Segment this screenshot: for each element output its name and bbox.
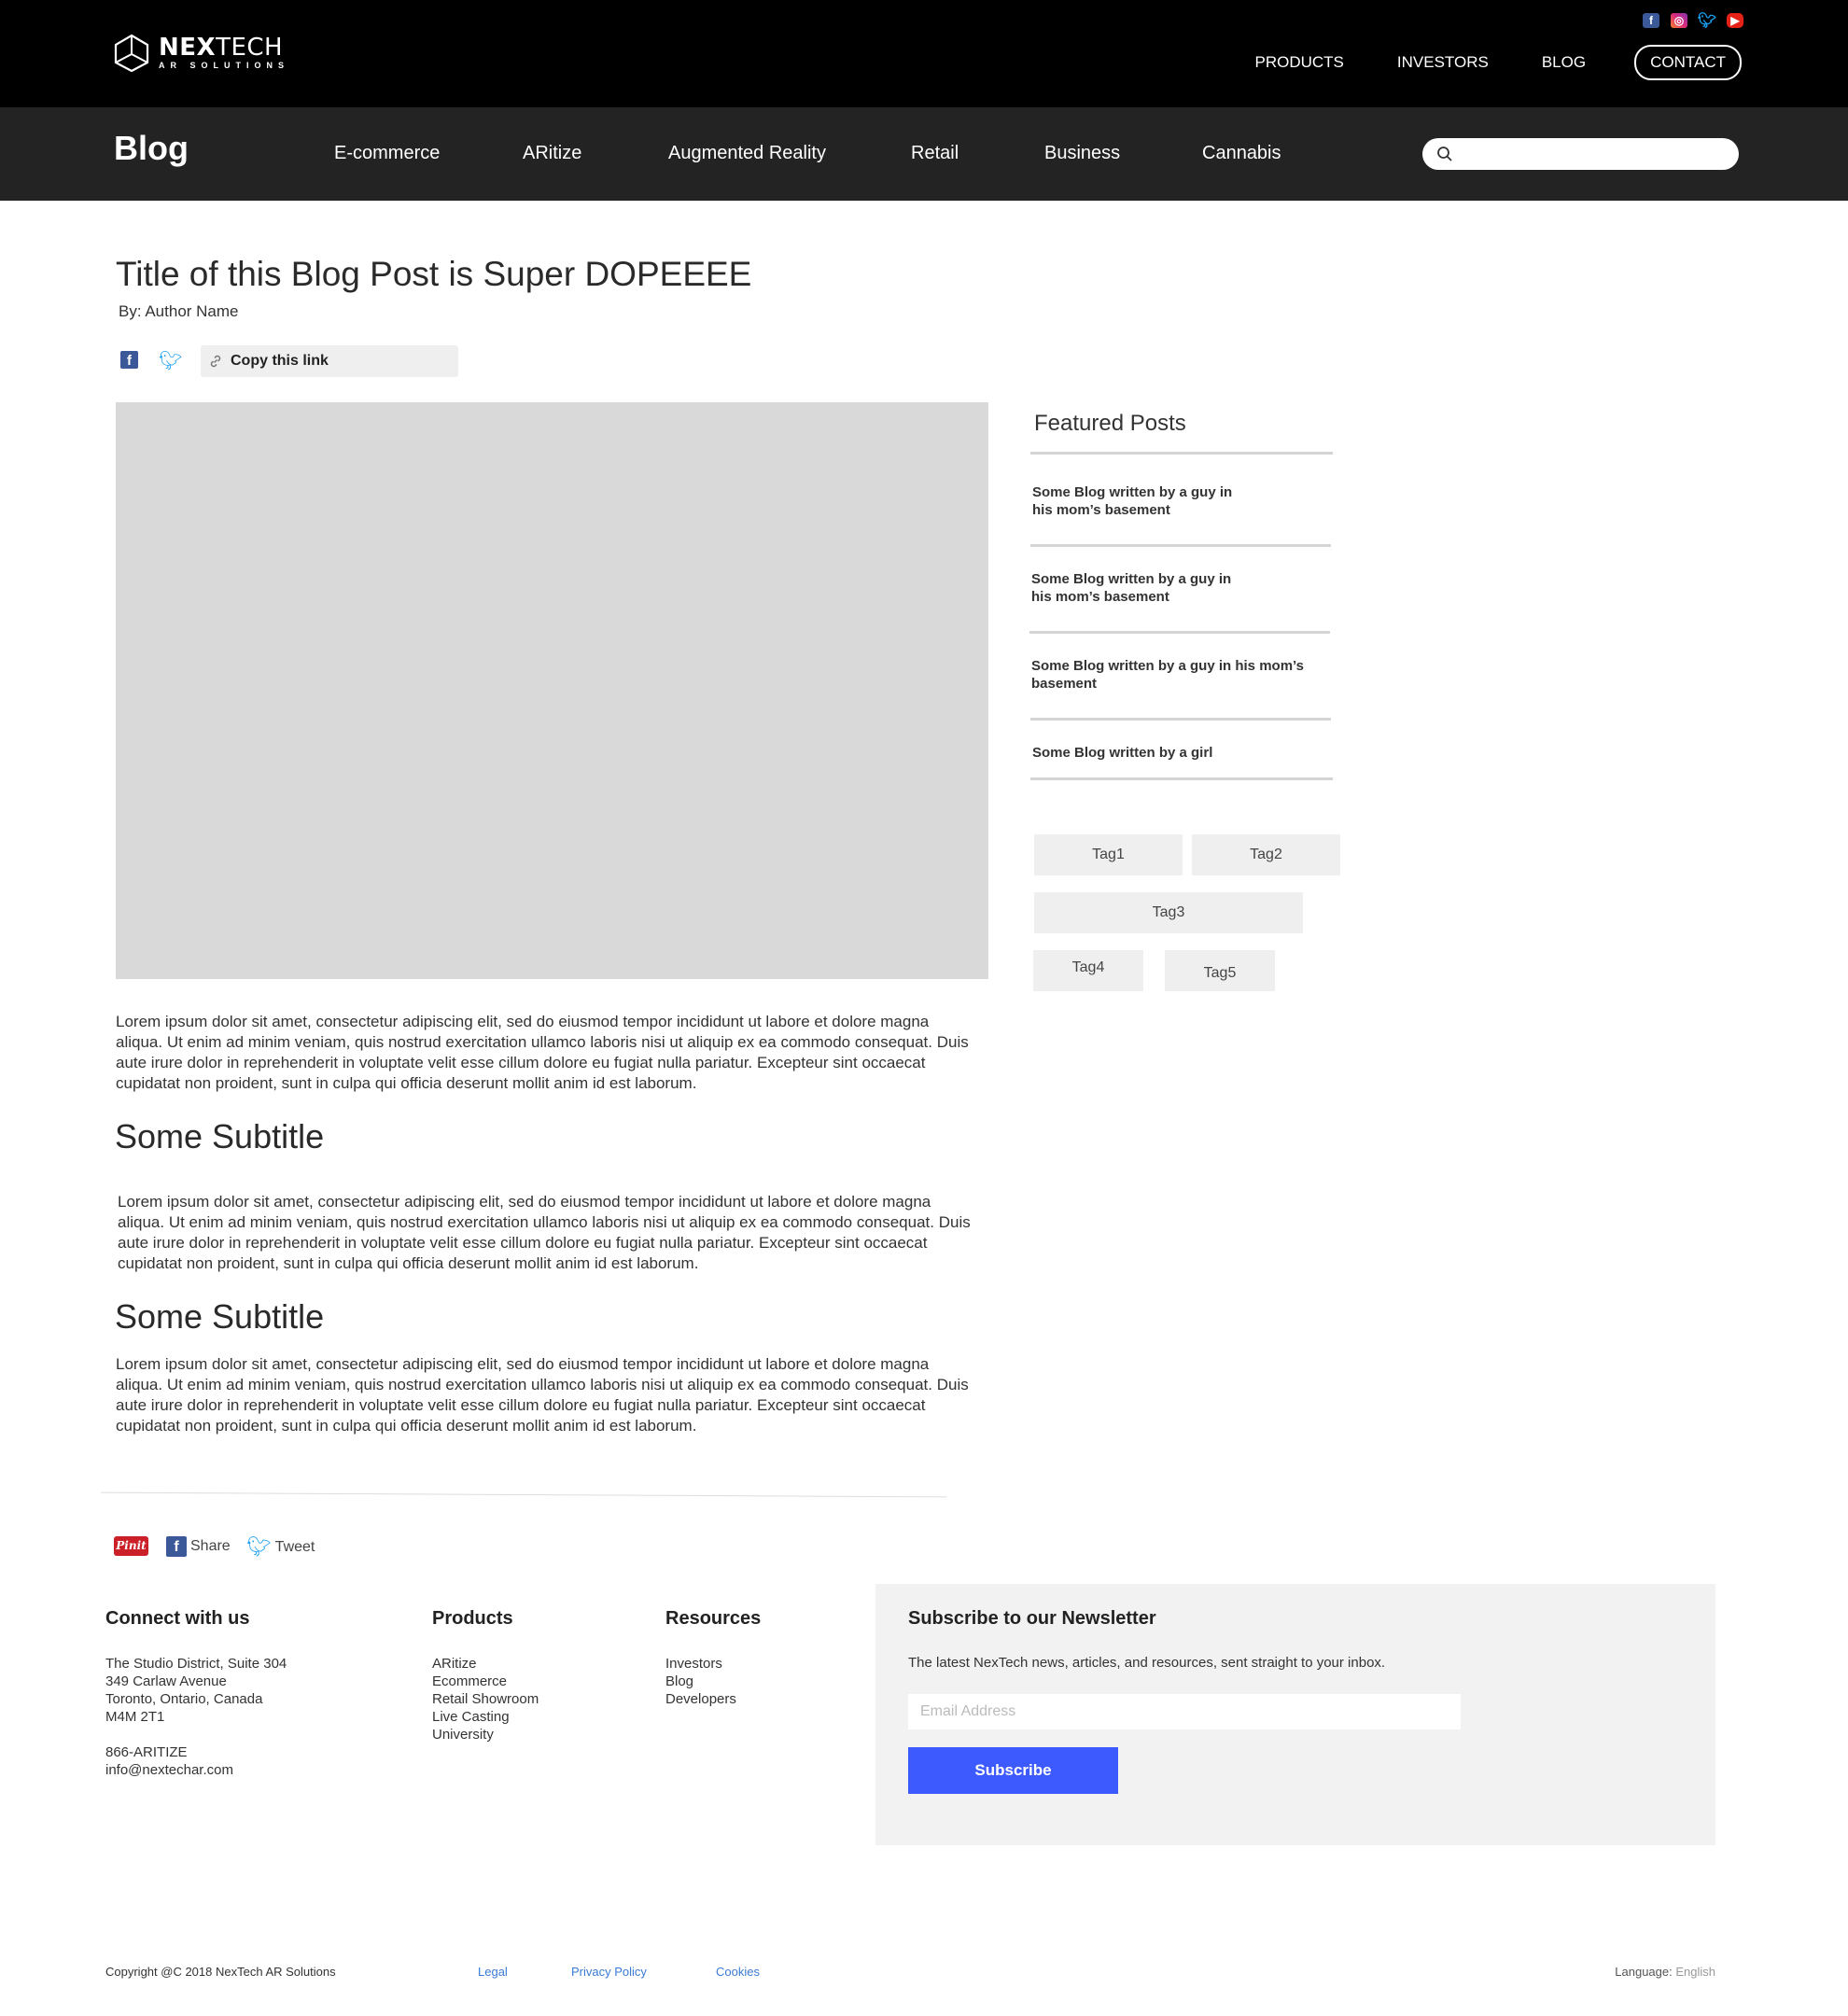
blog-search-box[interactable] [1422, 138, 1739, 170]
copy-link-label: Copy this link [231, 353, 329, 369]
post-title: Title of this Blog Post is Super DOPEEEE [116, 255, 752, 293]
tweet-button[interactable]: 🐦︎ Tweet [246, 1536, 315, 1559]
hero-image-placeholder [116, 402, 988, 979]
article-end-divider [101, 1491, 946, 1498]
newsletter-description: The latest NexTech news, articles, and r… [908, 1655, 1386, 1671]
footer-email-link[interactable]: info@nextechar.com [105, 1761, 233, 1779]
footer-link[interactable]: University [432, 1726, 539, 1743]
search-input[interactable] [1462, 142, 1723, 166]
featured-post-link[interactable]: Some Blog written by a guy in his mom’s … [1032, 483, 1256, 519]
tag-chip[interactable]: Tag1 [1034, 834, 1183, 875]
featured-post-link[interactable]: Some Blog written by a guy in his mom’s … [1031, 657, 1311, 693]
featured-post-link[interactable]: Some Blog written by a guy in his mom’s … [1031, 570, 1255, 606]
tweet-label: Tweet [274, 1539, 315, 1555]
twitter-icon: 🐦︎ [246, 1536, 272, 1558]
footer-link[interactable]: Ecommerce [432, 1673, 539, 1690]
subscribe-button[interactable]: Subscribe [908, 1747, 1118, 1794]
cookies-link[interactable]: Cookies [716, 1965, 760, 1979]
facebook-icon[interactable]: f [1643, 13, 1659, 28]
logo-brand-text: NEXTECH [159, 34, 284, 62]
featured-divider [1030, 544, 1331, 547]
tag-chip[interactable]: Tag2 [1192, 834, 1340, 875]
featured-divider [1030, 452, 1333, 455]
youtube-icon[interactable]: ▶ [1727, 13, 1743, 28]
share-label: Share [190, 1538, 231, 1554]
footer-phone[interactable]: 866-ARITIZE [105, 1743, 233, 1761]
logo-wordmark: NEXTECH AR SOLUTIONS [159, 35, 289, 71]
legal-link[interactable]: Legal [478, 1965, 508, 1979]
address-line: Toronto, Ontario, Canada [105, 1691, 263, 1707]
address-line: 349 Carlaw Avenue [105, 1673, 227, 1689]
footer-link[interactable]: Developers [665, 1690, 736, 1708]
article-subtitle: Some Subtitle [115, 1297, 325, 1336]
logo-mark-icon [114, 34, 149, 73]
category-ecommerce[interactable]: E-commerce [334, 143, 440, 164]
twitter-share-icon[interactable]: 🐦︎ [159, 349, 182, 372]
nav-blog[interactable]: BLOG [1542, 53, 1586, 72]
privacy-policy-link[interactable]: Privacy Policy [571, 1965, 647, 1979]
facebook-icon: f [166, 1536, 187, 1557]
nav-contact-button[interactable]: CONTACT [1634, 45, 1742, 80]
footer-products-list: ARitize Ecommerce Retail Showroom Live C… [432, 1655, 539, 1743]
copy-link-button[interactable]: Copy this link [201, 345, 458, 377]
blog-title: Blog [114, 129, 189, 167]
footer-link[interactable]: Investors [665, 1655, 736, 1673]
article-paragraph: Lorem ipsum dolor sit amet, consectetur … [116, 1013, 969, 1092]
featured-divider [1030, 718, 1331, 721]
address-line: The Studio District, Suite 304 [105, 1656, 287, 1672]
logo-sub-text: AR SOLUTIONS [159, 61, 290, 70]
category-business[interactable]: Business [1044, 143, 1120, 164]
article-paragraph: Lorem ipsum dolor sit amet, consectetur … [116, 1355, 969, 1435]
newsletter-title: Subscribe to our Newsletter [908, 1608, 1156, 1629]
pinterest-pinit-button[interactable]: Pinit [114, 1536, 148, 1556]
footer-products-title: Products [432, 1608, 513, 1629]
link-icon [210, 355, 221, 368]
footer-resources-title: Resources [665, 1608, 762, 1629]
search-icon [1437, 147, 1452, 161]
address-line: M4M 2T1 [105, 1709, 165, 1725]
language-selector[interactable]: Language: English [1615, 1965, 1715, 1979]
post-author: By: Author Name [119, 302, 239, 320]
featured-post-link[interactable]: Some Blog written by a girl [1032, 744, 1256, 762]
language-label: Language: [1615, 1965, 1673, 1979]
footer-contact-info: 866-ARITIZE info@nextechar.com [105, 1743, 233, 1779]
featured-divider [1030, 777, 1333, 780]
category-aritize[interactable]: ARitize [523, 143, 581, 164]
facebook-share-icon[interactable]: f [120, 351, 138, 369]
featured-divider [1029, 631, 1330, 634]
article-subtitle: Some Subtitle [115, 1117, 325, 1155]
footer-link[interactable]: Blog [665, 1673, 736, 1690]
tag-chip[interactable]: Tag4 [1033, 950, 1143, 991]
footer-connect-title: Connect with us [105, 1608, 250, 1629]
featured-posts-title: Featured Posts [1034, 411, 1186, 436]
article-paragraph: Lorem ipsum dolor sit amet, consectetur … [118, 1193, 971, 1272]
newsletter-panel: Subscribe to our Newsletter The latest N… [875, 1584, 1715, 1845]
language-value: English [1675, 1965, 1715, 1979]
instagram-icon[interactable]: ◎ [1671, 13, 1687, 28]
nav-investors[interactable]: INVESTORS [1397, 53, 1489, 72]
category-cannabis[interactable]: Cannabis [1202, 143, 1281, 164]
main-nav: PRODUCTS INVESTORS BLOG CONTACT [1202, 45, 1742, 80]
tag-chip[interactable]: Tag3 [1034, 892, 1303, 933]
footer-resources-list: Investors Blog Developers [665, 1655, 736, 1708]
newsletter-email-input[interactable] [908, 1694, 1461, 1729]
nav-products[interactable]: PRODUCTS [1255, 53, 1344, 72]
category-augmented-reality[interactable]: Augmented Reality [668, 143, 826, 164]
facebook-share-button[interactable]: f Share [166, 1536, 231, 1557]
nextech-logo[interactable]: NEXTECH AR SOLUTIONS [113, 34, 289, 73]
twitter-icon[interactable]: 🐦︎ [1698, 13, 1716, 29]
footer-link[interactable]: Retail Showroom [432, 1690, 539, 1708]
footer-address: The Studio District, Suite 304 349 Carla… [105, 1655, 287, 1726]
tag-chip[interactable]: Tag5 [1165, 950, 1275, 991]
header-social-links: f ◎ 🐦︎ ▶ [1643, 13, 1743, 29]
category-retail[interactable]: Retail [911, 143, 959, 164]
copyright-text: Copyright @C 2018 NexTech AR Solutions [105, 1965, 336, 1979]
footer-link[interactable]: Live Casting [432, 1708, 539, 1726]
footer-link[interactable]: ARitize [432, 1655, 539, 1673]
